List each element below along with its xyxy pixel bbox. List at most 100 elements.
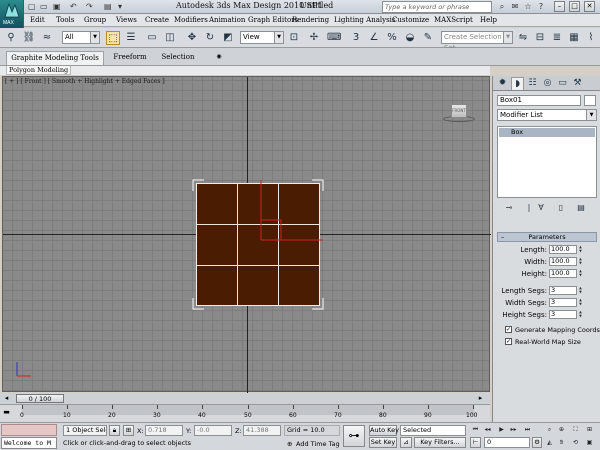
modify-tab-icon[interactable]: ◗	[511, 77, 524, 90]
menu-group[interactable]: Group	[84, 16, 106, 24]
pin-stack-icon[interactable]: ⊸	[503, 202, 515, 214]
minimize-button[interactable]: –	[554, 1, 565, 12]
track-lane[interactable]: 0 10 20 30 40 50 60 70 80 90 100	[20, 405, 477, 419]
mirror-icon[interactable]: ⇋	[516, 31, 530, 45]
menu-customize[interactable]: Customize	[392, 16, 429, 24]
search-icon[interactable]: ⌕	[497, 2, 507, 12]
stack-item-box[interactable]: Box	[499, 128, 595, 137]
current-frame-field[interactable]: 0	[484, 437, 530, 448]
utilities-tab-icon[interactable]: ⚒	[571, 77, 584, 90]
y-coordinate-field[interactable]: -0.0	[194, 425, 232, 436]
motion-tab-icon[interactable]: ◎	[541, 77, 554, 90]
previous-frame-icon[interactable]: ◂◂	[482, 425, 493, 435]
select-link-icon[interactable]: ⚲	[4, 31, 18, 45]
edit-named-selection-icon[interactable]: ✎	[421, 31, 435, 45]
height-segs-field[interactable]: 3	[549, 310, 577, 319]
reference-coordinate-dropdown[interactable]: View ▼	[240, 31, 284, 44]
close-button[interactable]: ✕	[584, 1, 595, 12]
menu-views[interactable]: Views	[116, 16, 137, 24]
select-rotate-icon[interactable]: ↻	[203, 31, 217, 45]
select-move-icon[interactable]: ✥	[185, 31, 199, 45]
select-manipulate-icon[interactable]: ✢	[307, 31, 321, 45]
graphite-toggle-icon[interactable]: ▦	[567, 31, 581, 45]
object-color-swatch[interactable]	[584, 95, 596, 106]
fetch-icon[interactable]: ▾	[118, 2, 122, 12]
menu-lighting-analysis[interactable]: Lighting Analysis	[334, 16, 396, 24]
object-name-field[interactable]: Box01	[497, 95, 581, 106]
modifier-list-dropdown[interactable]: Modifier List ▼	[497, 109, 597, 121]
percent-snap-icon[interactable]: %	[385, 31, 399, 45]
length-field[interactable]: 100.0	[549, 245, 577, 254]
keyword-search-input[interactable]: Type a keyword or phrase	[382, 1, 492, 13]
default-tangent-icon[interactable]: ⊿	[400, 437, 412, 448]
select-object-icon[interactable]: ⬚	[106, 31, 120, 45]
angle-snap-icon[interactable]: ∠	[367, 31, 381, 45]
width-segs-field[interactable]: 3	[549, 298, 577, 307]
auto-key-button[interactable]: Auto Key	[369, 425, 399, 436]
unlink-icon[interactable]: ⛓	[22, 31, 36, 45]
selection-filter-dropdown[interactable]: All ▼	[62, 31, 100, 44]
x-coordinate-field[interactable]: 0.718	[145, 425, 183, 436]
menu-modifiers[interactable]: Modifiers	[174, 16, 208, 24]
make-unique-icon[interactable]: ∀	[535, 202, 547, 214]
tab-selection[interactable]: Selection	[156, 51, 200, 65]
key-mode-dropdown[interactable]: Selected	[400, 425, 466, 436]
favorites-icon[interactable]: ☆	[523, 2, 533, 12]
mini-curve-editor-icon[interactable]: ▬	[2, 408, 11, 417]
menu-tools[interactable]: Tools	[56, 16, 74, 24]
menu-create[interactable]: Create	[145, 16, 169, 24]
configure-modifier-sets-icon[interactable]: ▤	[575, 202, 587, 214]
bind-space-warp-icon[interactable]: ≈	[40, 31, 54, 45]
select-by-name-icon[interactable]: ☰	[124, 31, 138, 45]
undo-icon[interactable]: ↶	[70, 2, 77, 12]
hold-icon[interactable]: ▤	[104, 2, 112, 12]
set-key-icon[interactable]: ⊶	[343, 425, 365, 447]
viewcube[interactable]: FRONT	[451, 104, 467, 118]
menu-maxscript[interactable]: MAXScript	[434, 16, 473, 24]
width-field[interactable]: 100.0	[549, 257, 577, 266]
height-field[interactable]: 100.0	[549, 269, 577, 278]
z-coordinate-field[interactable]: 41.388	[243, 425, 281, 436]
maxscript-listener-pink[interactable]	[1, 424, 57, 436]
menu-rendering[interactable]: Rendering	[292, 16, 329, 24]
time-configuration-icon[interactable]: ⚙	[532, 437, 542, 448]
menu-animation[interactable]: Animation	[209, 16, 245, 24]
track-bar[interactable]: ▬ 0 10 20 30 40 50 60 70 80 90 100	[0, 404, 490, 422]
zoom-icon[interactable]: ⌕	[544, 425, 555, 435]
subscription-icon[interactable]: ✉	[510, 2, 520, 12]
menu-edit[interactable]: Edit	[30, 16, 45, 24]
display-tab-icon[interactable]: ▭	[556, 77, 569, 90]
maxscript-mini-listener[interactable]: Welcome to M	[1, 437, 57, 449]
modifier-stack[interactable]: Box	[497, 126, 597, 198]
pivot-center-icon[interactable]: ⊡	[287, 31, 301, 45]
create-tab-icon[interactable]: ✹	[496, 77, 509, 90]
length-segs-field[interactable]: 3	[549, 286, 577, 295]
add-time-tag-icon[interactable]: ⊕	[287, 440, 292, 448]
add-time-tag[interactable]: Add Time Tag	[296, 440, 340, 448]
zoom-extents-icon[interactable]: ⛶	[570, 425, 581, 435]
ribbon-toggle-icon[interactable]: ◉	[212, 51, 226, 65]
time-slider-thumb[interactable]: 0 / 100	[16, 394, 64, 403]
spinner-snap-icon[interactable]: ◒	[403, 31, 417, 45]
save-file-icon[interactable]: ▣	[53, 2, 61, 12]
time-prev-icon[interactable]: ◂	[2, 394, 11, 403]
height-segs-spinner-icon[interactable]: ▲ ▼	[578, 310, 583, 319]
maximize-viewport-icon[interactable]: ▣	[584, 438, 595, 448]
help-icon[interactable]: ?	[536, 2, 546, 12]
generate-mapping-checkbox[interactable]: ✓	[505, 326, 512, 333]
app-logo[interactable]: MAX	[0, 0, 24, 30]
rectangular-selection-icon[interactable]: ▭	[145, 31, 159, 45]
time-next-icon[interactable]: ▸	[476, 394, 485, 403]
key-filters-button[interactable]: Key Filters...	[414, 437, 466, 448]
zoom-extents-all-icon[interactable]: ⊞	[584, 425, 595, 435]
show-end-result-icon[interactable]: |	[523, 202, 535, 214]
named-selection-set-dropdown[interactable]: Create Selection Set ▼	[441, 31, 513, 52]
maximize-button[interactable]: □	[569, 1, 580, 12]
snaps-toggle-icon[interactable]: 3	[349, 31, 363, 45]
lock-selection-icon[interactable]: 🔒︎	[109, 425, 120, 436]
new-file-icon[interactable]: ▢	[28, 2, 36, 12]
field-of-view-icon[interactable]: ◭	[544, 438, 555, 448]
window-crossing-icon[interactable]: ◫	[163, 31, 177, 45]
zoom-all-icon[interactable]: ⊕	[556, 425, 567, 435]
layer-manager-icon[interactable]: ≣	[550, 31, 564, 45]
